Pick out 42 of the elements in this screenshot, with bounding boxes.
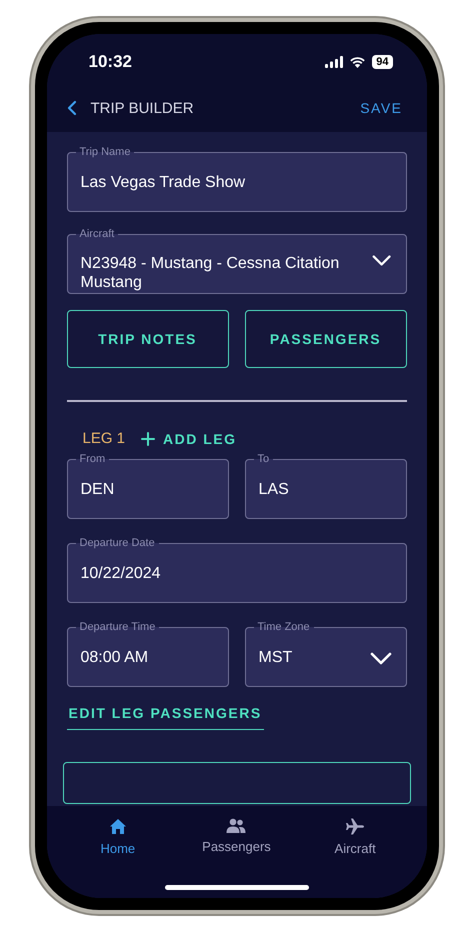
field-label: Time Zone bbox=[256, 621, 311, 633]
people-icon bbox=[226, 818, 246, 833]
plus-icon bbox=[141, 432, 156, 446]
leg-title: LEG 1 bbox=[82, 430, 126, 447]
battery-level: 94 bbox=[372, 55, 392, 69]
save-button[interactable]: SAVE bbox=[360, 100, 402, 116]
field-value: N23948 - Mustang - Cessna Citation Mustang bbox=[80, 254, 340, 292]
chevron-down-icon bbox=[372, 254, 392, 267]
wifi-icon bbox=[349, 56, 366, 68]
screen-title: TRIP BUILDER bbox=[90, 100, 195, 116]
chevron-down-icon bbox=[370, 652, 392, 664]
field-label: Aircraft bbox=[78, 228, 116, 240]
field-value: DEN bbox=[80, 481, 114, 499]
airplane-icon bbox=[345, 818, 366, 835]
field-label: Trip Name bbox=[78, 146, 132, 158]
form-field[interactable]: From DEN bbox=[66, 453, 228, 519]
form-field[interactable]: Departure Date 10/22/2024 bbox=[66, 537, 406, 603]
field-value: LAS bbox=[258, 481, 289, 499]
edit-passengers-link[interactable]: EDIT LEG PASSENGERS bbox=[66, 705, 264, 730]
tab-item[interactable]: Passengers bbox=[181, 812, 292, 860]
back-icon[interactable] bbox=[66, 100, 76, 116]
form-field[interactable]: Time Zone MST bbox=[244, 621, 406, 687]
field-label: Departure Date bbox=[78, 537, 156, 549]
signal-icon bbox=[325, 56, 344, 68]
form-field[interactable]: Departure Time 08:00 AM bbox=[66, 621, 228, 687]
field-label: From bbox=[78, 453, 106, 465]
form-field[interactable]: Trip Name Las Vegas Trade Show bbox=[66, 146, 406, 212]
form-field[interactable]: To LAS bbox=[244, 453, 406, 519]
outline-button[interactable]: PASSENGERS bbox=[244, 310, 406, 368]
tab-item[interactable]: Aircraft bbox=[300, 812, 410, 860]
tab-item[interactable]: Home bbox=[62, 812, 173, 860]
add-leg-button[interactable]: ADD LEG bbox=[141, 430, 237, 446]
field-value: 08:00 AM bbox=[80, 649, 148, 667]
form-field[interactable]: Aircraft N23948 - Mustang - Cessna Citation Mustang bbox=[66, 228, 406, 294]
outline-button[interactable]: TRIP NOTES bbox=[66, 310, 228, 368]
field-value: Las Vegas Trade Show bbox=[80, 174, 246, 192]
field-label: Departure Time bbox=[78, 621, 156, 633]
status-time: 10:32 bbox=[88, 52, 132, 72]
field-value: MST bbox=[258, 649, 292, 667]
field-value: 10/22/2024 bbox=[80, 565, 161, 583]
field-label: To bbox=[256, 453, 270, 465]
home-icon bbox=[108, 818, 127, 835]
